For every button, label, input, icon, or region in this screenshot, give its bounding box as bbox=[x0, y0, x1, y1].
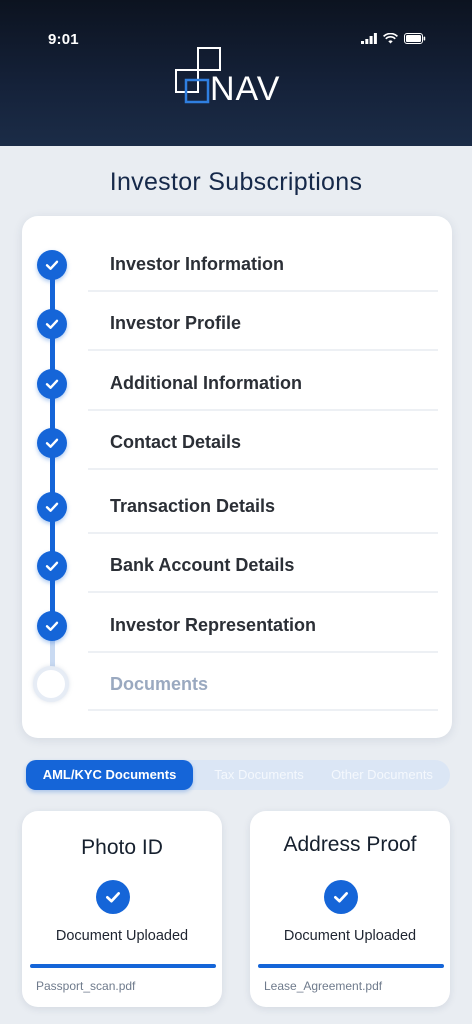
step-check-icon bbox=[37, 611, 67, 641]
step-check-icon bbox=[37, 492, 67, 522]
step-divider bbox=[88, 349, 438, 351]
document-status: Document Uploaded bbox=[283, 928, 417, 944]
battery-icon bbox=[404, 33, 426, 44]
document-filename[interactable]: Passport_scan.pdf bbox=[36, 979, 135, 993]
app-header: 9:01 NAV bbox=[0, 0, 472, 146]
step-divider bbox=[88, 532, 438, 534]
brand-name: NAV bbox=[210, 70, 281, 108]
document-card-photo-id[interactable]: Photo ID Document Uploaded Passport_scan… bbox=[22, 811, 222, 1007]
step-additional-information[interactable]: Additional Information bbox=[110, 373, 302, 394]
step-documents[interactable]: Documents bbox=[110, 674, 208, 695]
step-contact-details[interactable]: Contact Details bbox=[110, 432, 241, 453]
step-check-icon bbox=[37, 250, 67, 280]
app-screen: 9:01 NAV Investor Subscriptions Investor… bbox=[0, 0, 472, 1024]
steps-card bbox=[22, 216, 452, 738]
step-check-icon bbox=[37, 551, 67, 581]
document-title: Photo ID bbox=[81, 836, 163, 859]
wifi-icon bbox=[383, 33, 398, 44]
uploaded-check-icon bbox=[96, 880, 130, 914]
step-transaction-details[interactable]: Transaction Details bbox=[110, 496, 275, 517]
document-card-address-proof[interactable]: Address Proof Document Uploaded Lease_Ag… bbox=[250, 811, 450, 1007]
document-title: Address Proof bbox=[283, 833, 417, 856]
step-check-icon bbox=[37, 369, 67, 399]
tab-aml-kyc-documents[interactable]: AML/KYC Documents bbox=[26, 760, 193, 790]
page-title: Investor Subscriptions bbox=[109, 168, 363, 196]
tab-other-documents[interactable]: Other Documents bbox=[323, 760, 441, 790]
step-divider bbox=[88, 468, 438, 470]
step-investor-information[interactable]: Investor Information bbox=[110, 254, 284, 275]
step-divider bbox=[88, 290, 438, 292]
step-divider bbox=[88, 591, 438, 593]
step-divider bbox=[88, 709, 438, 711]
step-divider bbox=[88, 409, 438, 411]
tab-tax-documents[interactable]: Tax Documents bbox=[204, 760, 314, 790]
step-investor-representation[interactable]: Investor Representation bbox=[110, 615, 316, 636]
step-pending-icon bbox=[33, 666, 69, 702]
status-icons bbox=[361, 33, 426, 44]
status-time: 9:01 bbox=[48, 31, 79, 48]
upload-progress-bar bbox=[258, 964, 444, 968]
upload-progress-bar bbox=[30, 964, 216, 968]
document-tabs: AML/KYC Documents Tax Documents Other Do… bbox=[26, 760, 450, 790]
document-filename[interactable]: Lease_Agreement.pdf bbox=[264, 979, 382, 993]
step-check-icon bbox=[37, 428, 67, 458]
step-divider bbox=[88, 651, 438, 653]
signal-icon bbox=[361, 33, 377, 44]
step-bank-account-details[interactable]: Bank Account Details bbox=[110, 555, 294, 576]
document-status: Document Uploaded bbox=[55, 928, 189, 944]
step-investor-profile[interactable]: Investor Profile bbox=[110, 313, 241, 334]
step-check-icon bbox=[37, 309, 67, 339]
uploaded-check-icon bbox=[324, 880, 358, 914]
